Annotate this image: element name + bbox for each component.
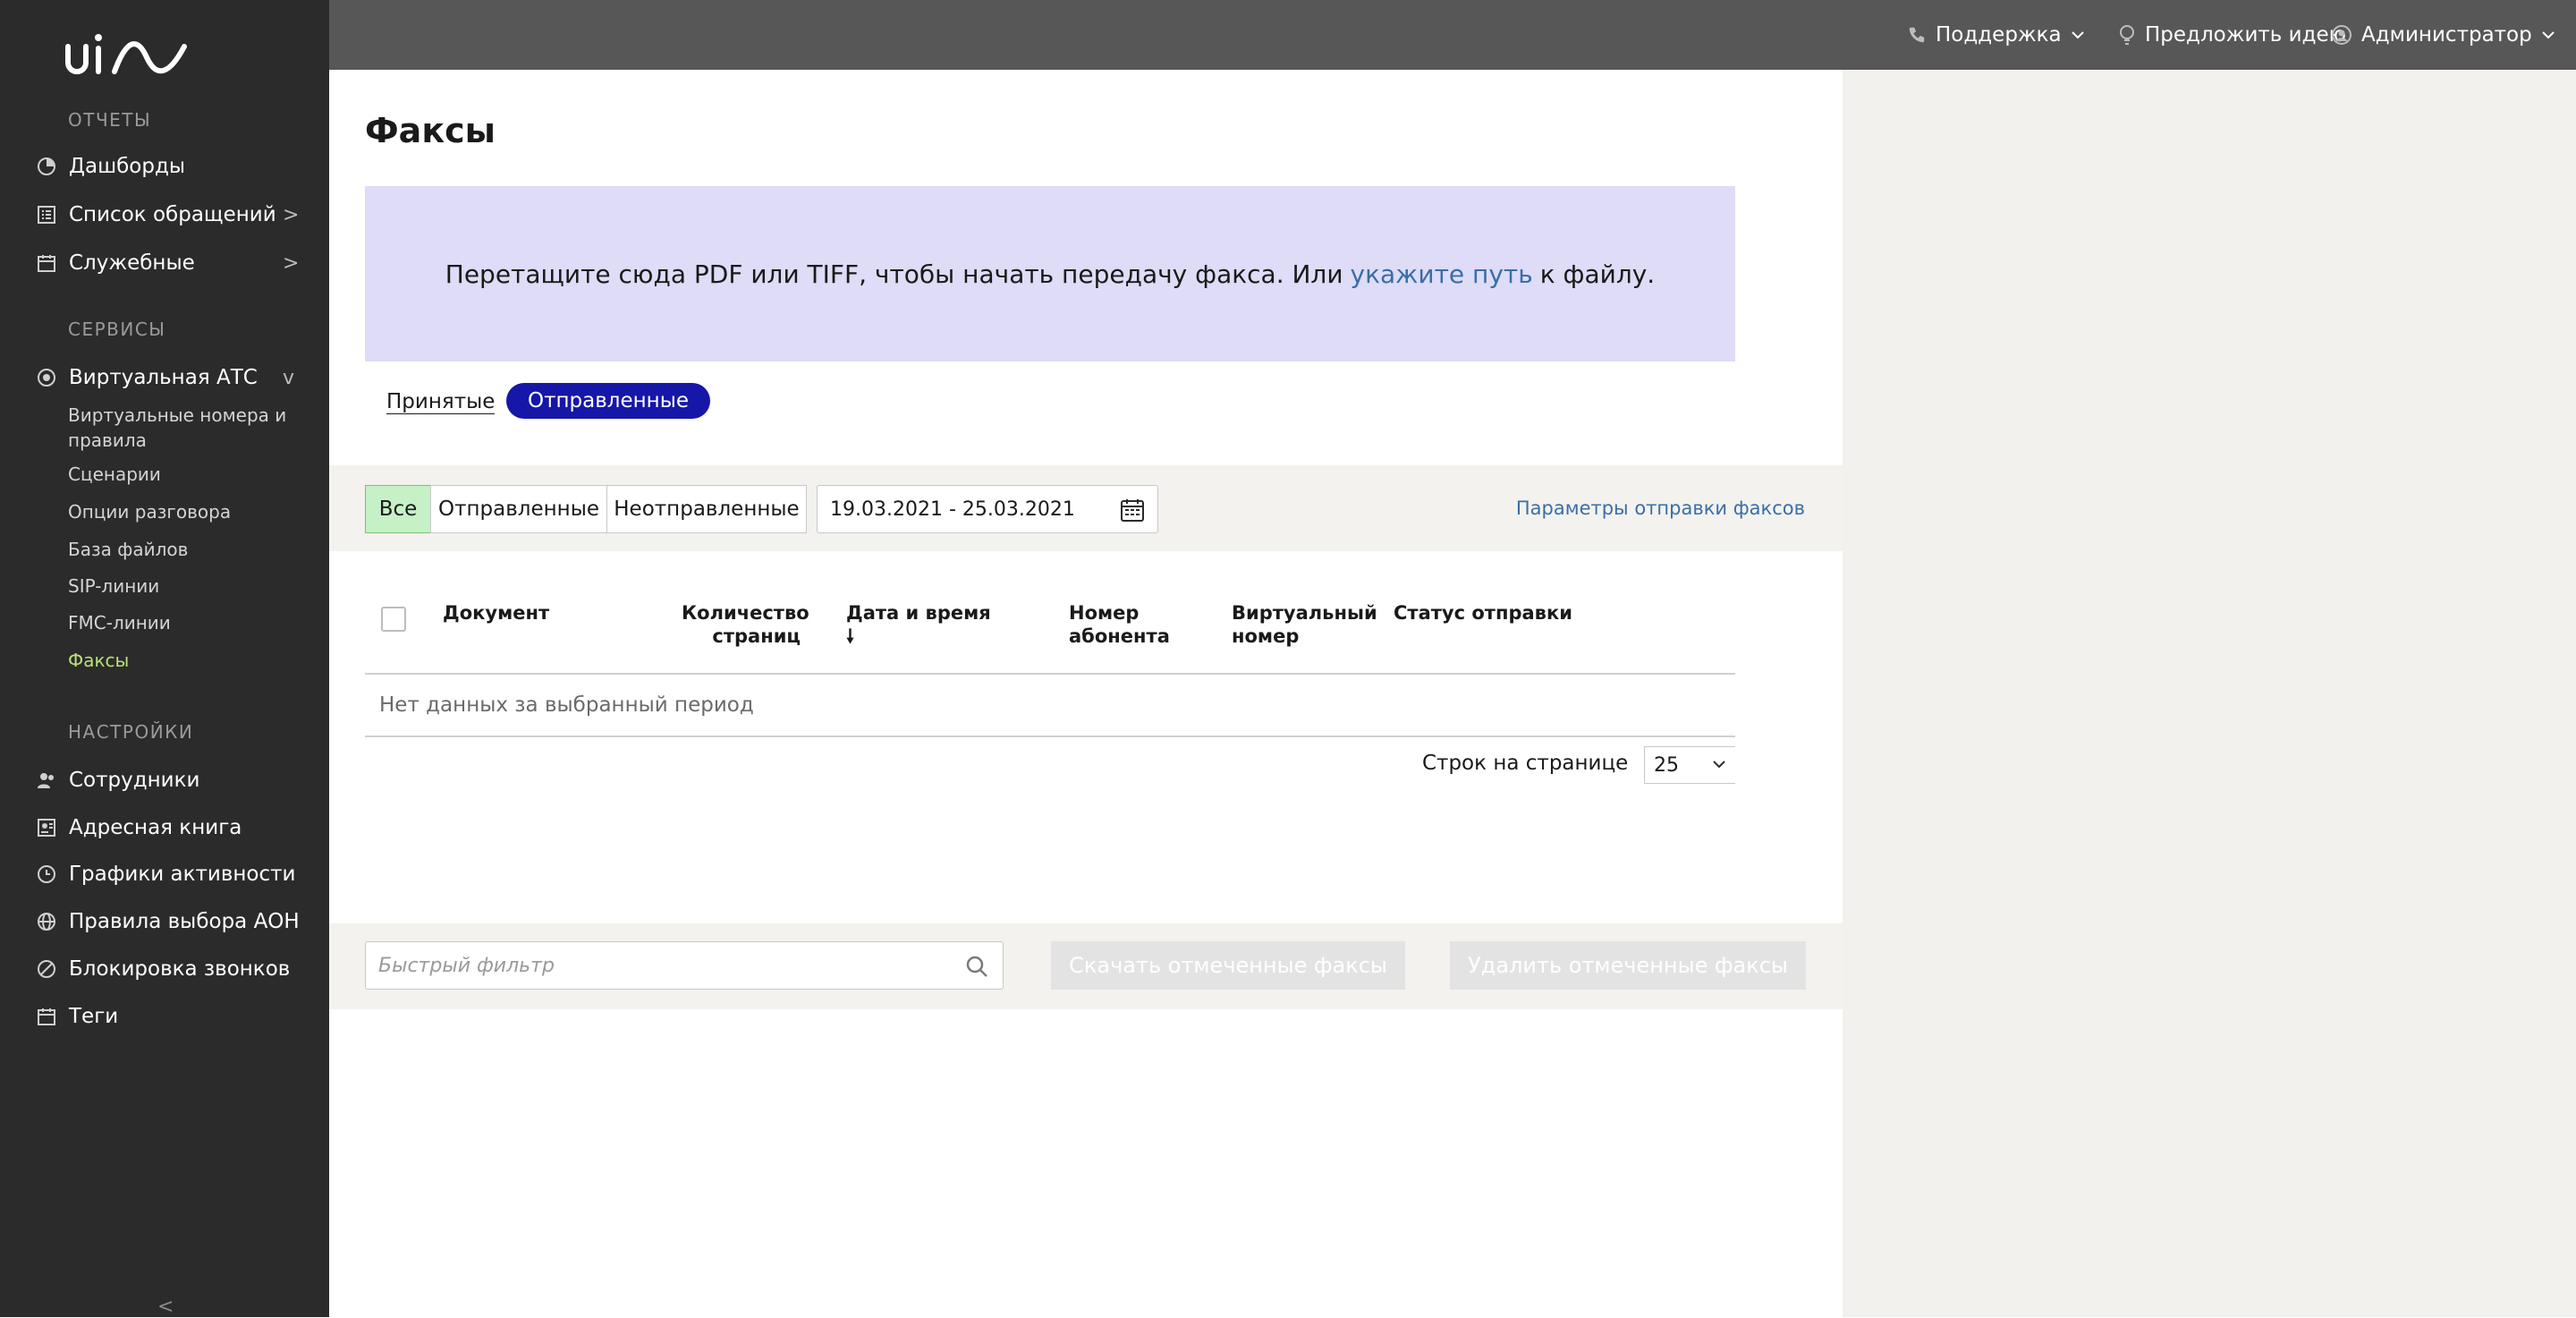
sidebar-subitem-scenarios[interactable]: Сценарии (68, 462, 309, 487)
sidebar-item-requests[interactable]: Список обращений > (0, 195, 329, 234)
pie-chart-icon (38, 157, 55, 175)
sidebar-subitem-call-options[interactable]: Опции разговора (68, 499, 309, 524)
calendar-icon[interactable] (1120, 497, 1145, 523)
calendar-icon (38, 255, 55, 272)
download-selected-faxes-button[interactable]: Скачать отмеченные факсы (1051, 941, 1405, 990)
sidebar-item-label: Блокировка звонков (69, 957, 291, 981)
sidebar-item-label: Правила выбора АОН (69, 910, 300, 933)
collapse-sidebar-icon[interactable]: < (157, 1296, 174, 1318)
main-content: Факсы Перетащите сюда PDF или TIFF, чтоб… (329, 70, 1843, 1317)
sidebar-item-label: Список обращений (69, 203, 276, 226)
quick-filter-placeholder: Быстрый фильтр (378, 954, 555, 977)
rows-per-page-select[interactable]: 25 (1644, 746, 1735, 784)
sidebar-subitem-file-base[interactable]: База файлов (68, 537, 309, 562)
chevron-down-icon (1713, 761, 1725, 769)
sidebar-subitem-faxes[interactable]: Факсы (68, 648, 309, 673)
sidebar-item-label: Сотрудники (69, 769, 200, 792)
select-all-checkbox[interactable] (381, 607, 406, 632)
phone-globe-icon (38, 369, 55, 387)
chevron-right-icon: > (283, 251, 300, 275)
sidebar-subitem-sip-lines[interactable]: SIP-линии (68, 574, 309, 599)
support-label: Поддержка (1936, 23, 2062, 47)
dropzone-text: Перетащите сюда PDF или TIFF, чтобы нача… (445, 259, 1343, 289)
support-menu[interactable]: Поддержка (1907, 20, 2085, 50)
date-range-value: 19.03.2021 - 25.03.2021 (830, 497, 1075, 521)
clock-icon (38, 865, 55, 883)
chevron-down-icon: v (283, 366, 295, 389)
filter-sent-button[interactable]: Отправленные (430, 485, 607, 533)
block-icon (38, 960, 55, 978)
sidebar-subitem-fmc-lines[interactable]: FMC-линии (68, 610, 309, 635)
sidebar-item-label: Графики активности (69, 863, 296, 886)
empty-table-message: Нет данных за выбранный период (365, 675, 1735, 737)
sidebar-item-label: Виртуальная АТС (69, 366, 258, 389)
choose-file-link[interactable]: укажите путь (1351, 259, 1533, 289)
list-icon (38, 206, 55, 224)
suggest-idea-link[interactable]: Предложить идею (2118, 20, 2346, 50)
sidebar-item-employees[interactable]: Сотрудники (0, 761, 329, 800)
chevron-right-icon: > (283, 203, 300, 226)
column-datetime-label: Дата и время (846, 602, 991, 624)
sort-down-icon: 🠗 (846, 625, 855, 647)
sidebar-item-aon-rules[interactable]: Правила выбора АОН (0, 902, 329, 941)
filter-unsent-button[interactable]: Неотправленные (606, 485, 807, 533)
column-virtual-number[interactable]: Виртуальный номер (1232, 601, 1377, 648)
column-subscriber-number[interactable]: Номер абонента (1069, 601, 1170, 648)
filter-all-button[interactable]: Все (365, 485, 431, 533)
right-pane (1843, 70, 2576, 1317)
uis-logo[interactable] (64, 30, 190, 79)
rows-per-page-value: 25 (1654, 753, 1679, 777)
sidebar-item-address-book[interactable]: Адресная книга (0, 808, 329, 847)
column-pages[interactable]: Количество страниц (682, 601, 809, 648)
lightbulb-icon (2120, 25, 2134, 45)
fax-send-params-link[interactable]: Параметры отправки факсов (1516, 497, 1805, 519)
sidebar-item-call-blocking[interactable]: Блокировка звонков (0, 949, 329, 989)
admin-label: Администратор (2361, 23, 2532, 47)
fax-dropzone[interactable]: Перетащите сюда PDF или TIFF, чтобы нача… (365, 186, 1735, 361)
sidebar-item-dashboards[interactable]: Дашборды (0, 147, 329, 186)
dropzone-text-end: к файлу. (1539, 259, 1656, 289)
chevron-down-icon (2071, 31, 2084, 39)
search-icon[interactable] (965, 955, 988, 978)
users-icon (38, 773, 54, 788)
column-datetime[interactable]: Дата и время 🠗 (846, 601, 991, 648)
chevron-down-icon (2542, 31, 2555, 39)
sidebar-item-label: Дашборды (69, 155, 186, 178)
page-title: Факсы (365, 111, 496, 150)
sidebar-subitem-virtual-numbers[interactable]: Виртуальные номера и правила (68, 403, 309, 453)
sidebar-item-label: Адресная книга (69, 816, 242, 839)
sidebar-item-label: Теги (69, 1005, 119, 1028)
section-reports: ОТЧЕТЫ (68, 109, 152, 131)
tab-sent[interactable]: Отправленные (506, 383, 711, 419)
phone-icon (1909, 27, 1925, 43)
section-services: СЕРВИСЫ (68, 319, 166, 340)
column-send-status[interactable]: Статус отправки (1394, 601, 1572, 625)
sidebar-item-activity-schedules[interactable]: Графики активности (0, 855, 329, 894)
user-icon (2332, 25, 2351, 45)
admin-menu[interactable]: Администратор (2331, 20, 2555, 50)
sidebar-item-tags[interactable]: Теги (0, 997, 329, 1036)
delete-selected-faxes-button[interactable]: Удалить отмеченные факсы (1450, 941, 1806, 990)
section-settings: НАСТРОЙКИ (68, 721, 194, 743)
quick-filter-input[interactable]: Быстрый фильтр (365, 941, 1004, 990)
sidebar-item-label: Служебные (69, 251, 195, 275)
tab-received[interactable]: Принятые (386, 390, 496, 414)
address-book-icon (38, 819, 55, 837)
column-document[interactable]: Документ (443, 601, 549, 625)
bottom-action-bar: Быстрый фильтр Скачать отмеченные факсы … (329, 923, 1843, 1009)
top-bar: Поддержка Предложить идею Администратор (329, 0, 2576, 70)
globe-icon (38, 913, 55, 931)
date-range-input[interactable]: 19.03.2021 - 25.03.2021 (817, 485, 1158, 533)
sidebar-item-vats[interactable]: Виртуальная АТС v (0, 358, 329, 397)
sidebar: ОТЧЕТЫ Дашборды Список обращений > Служе… (0, 0, 329, 1318)
rows-per-page-label: Строк на странице (1422, 752, 1629, 775)
suggest-label: Предложить идею (2145, 23, 2347, 47)
tag-icon (38, 1008, 55, 1025)
sidebar-item-service[interactable]: Служебные > (0, 243, 329, 283)
filter-bar: Все Отправленные Неотправленные 19.03.20… (329, 465, 1843, 551)
